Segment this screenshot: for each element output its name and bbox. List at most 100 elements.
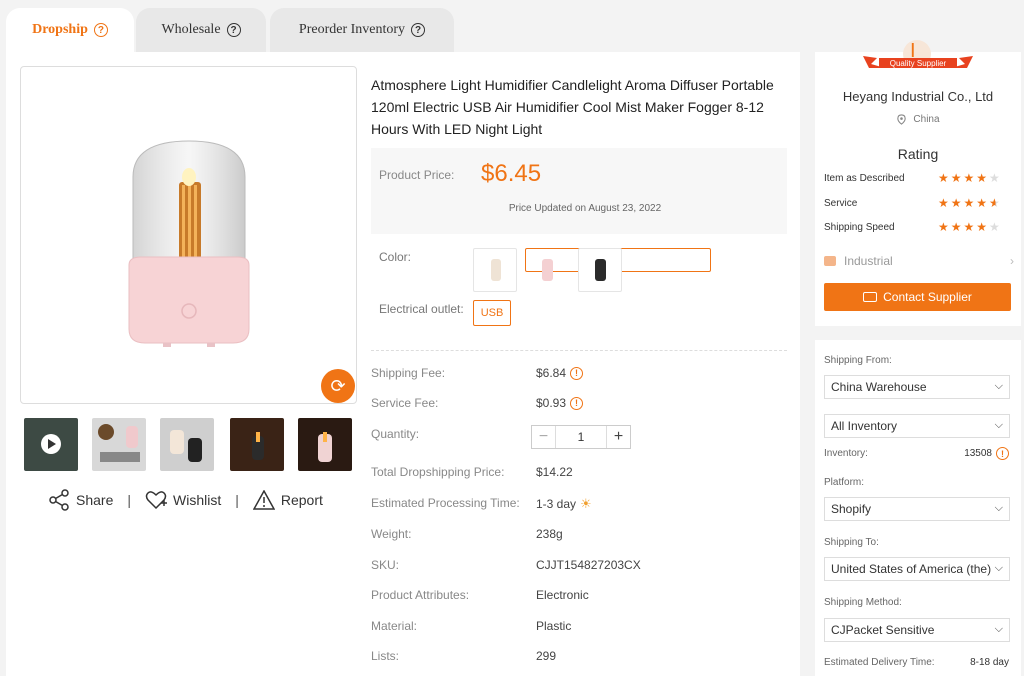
lists-row: Lists: 299 [371,649,787,669]
lists-value: 299 [536,649,557,663]
product-main-image[interactable]: ⟳ [20,66,357,404]
rating-label: Service [824,198,858,209]
help-icon[interactable]: ? [411,23,426,37]
thumbnail-image[interactable] [92,418,146,471]
attributes-row: Product Attributes: Electronic [371,588,787,608]
shipping-to-value: United States of America (the) [831,562,992,576]
shipping-from-value: China Warehouse [831,380,927,394]
report-label: Report [280,492,323,508]
attributes-value: Electronic [536,588,589,602]
platform-select[interactable]: Shopify ⌵ [824,497,1010,521]
shipping-fee-label: Shipping Fee: [371,366,446,380]
chevron-down-icon: ⌵ [994,419,1003,431]
location-pin-icon [897,114,907,125]
image-search-icon[interactable]: ⟳ [321,369,355,403]
platform-label: Platform: [824,477,865,488]
color-swatch[interactable] [473,248,517,292]
shipping-method-value: CJPacket Sensitive [831,623,935,637]
lists-label: Lists: [371,649,400,663]
total-price-value: $14.22 [536,465,573,479]
material-row: Material: Plastic [371,619,787,639]
tab-label: Wholesale [161,22,221,37]
weight-row: Weight: 238g [371,527,787,547]
info-icon[interactable]: ! [996,447,1009,460]
separator: | [235,492,239,508]
thumbnail-video[interactable] [24,418,78,471]
product-price: $6.45 [481,160,542,187]
tab-preorder-inventory[interactable]: Preorder Inventory ? [270,8,454,52]
weight-label: Weight: [371,527,412,541]
contact-supplier-button[interactable]: Contact Supplier [824,283,1011,311]
service-fee-row: Service Fee: $0.93! [371,396,787,416]
weight-value: 238g [536,527,563,541]
rating-label: Item as Described [824,173,905,184]
inventory-select[interactable]: All Inventory ⌵ [824,414,1010,438]
service-fee-value: $0.93 [536,396,567,410]
shipping-fee-value: $6.84 [536,366,567,380]
report-button[interactable]: Report [252,490,323,510]
shipping-from-select[interactable]: China Warehouse ⌵ [824,375,1010,399]
quantity-input[interactable]: 1 [556,426,606,448]
inventory-label: Inventory: [824,448,868,459]
wishlist-button[interactable]: Wishlist [145,490,221,510]
decrement-button[interactable]: − [532,426,556,448]
star-rating: ★★★★★ [938,196,1002,210]
rating-row: Service ★★★★★ [824,196,1014,210]
help-icon[interactable]: ? [226,23,241,37]
supplier-panel: I Quality Supplier Heyang Industrial Co.… [815,40,1021,326]
chevron-down-icon: ⌵ [994,562,1003,574]
shipping-to-select[interactable]: United States of America (the) ⌵ [824,557,1010,581]
info-icon[interactable]: ! [570,396,584,410]
quantity-label: Quantity: [371,427,420,441]
help-icon[interactable]: ? [93,23,108,37]
shipping-from-label: Shipping From: [824,355,892,366]
inventory-value: 13508 [964,448,992,459]
product-main-panel: ⟳ Share | Wishlist | Report Atmosphere L… [6,52,800,676]
shipping-panel: Shipping From: China Warehouse ⌵ All Inv… [815,340,1021,676]
chevron-down-icon: ⌵ [994,380,1003,392]
sku-row: SKU: CJJT154827203CX [371,558,787,578]
thumbnail-image[interactable] [160,418,214,471]
share-icon [49,489,69,511]
price-box: Product Price: $6.45 Price Updated on Au… [371,148,787,234]
sku-label: SKU: [371,558,400,572]
price-label: Product Price: [379,168,455,182]
divider [371,350,787,351]
chevron-down-icon: ⌵ [994,623,1003,635]
product-actions: Share | Wishlist | Report [48,487,338,513]
total-price-row: Total Dropshipping Price: $14.22 [371,465,787,485]
processing-time-row: Estimated Processing Time: 1-3 day ☀ [371,496,787,516]
info-icon[interactable]: ! [570,366,584,380]
share-button[interactable]: Share [48,489,113,511]
attributes-label: Product Attributes: [371,588,470,602]
delivery-time-label: Estimated Delivery Time: [824,657,935,668]
star-rating: ★★★★★ [938,220,1002,234]
rating-row: Item as Described ★★★★★ [824,171,1014,185]
supplier-name[interactable]: Heyang Industrial Co., Ltd [815,89,1021,104]
supplier-location: China [815,114,1021,125]
heart-plus-icon [145,491,167,510]
location-text: China [913,114,940,125]
color-label: Color: [379,250,412,264]
tab-dropship[interactable]: Dropship ? [6,8,134,52]
category-label: Industrial [844,254,893,268]
outlet-option-usb[interactable]: USB [473,300,511,326]
material-label: Material: [371,619,418,633]
shipping-method-select[interactable]: CJPacket Sensitive ⌵ [824,618,1010,642]
chevron-down-icon: ⌵ [994,502,1003,514]
inventory-count: 13508 ! [964,447,1009,460]
humidifier-image [128,140,250,347]
play-icon [41,434,61,454]
increment-button[interactable]: + [606,426,630,448]
shipping-to-label: Shipping To: [824,537,879,548]
share-label: Share [76,492,114,508]
thumbnail-image[interactable] [230,418,284,471]
quantity-stepper: − 1 + [531,425,631,449]
platform-value: Shopify [831,502,872,516]
color-swatch[interactable] [578,248,622,292]
tab-wholesale[interactable]: Wholesale ? [136,8,266,52]
thumbnail-image[interactable] [298,418,352,471]
supplier-category-link[interactable]: Industrial › [824,254,1014,268]
tab-label: Dropship [32,22,88,37]
rating-heading: Rating [897,146,939,162]
